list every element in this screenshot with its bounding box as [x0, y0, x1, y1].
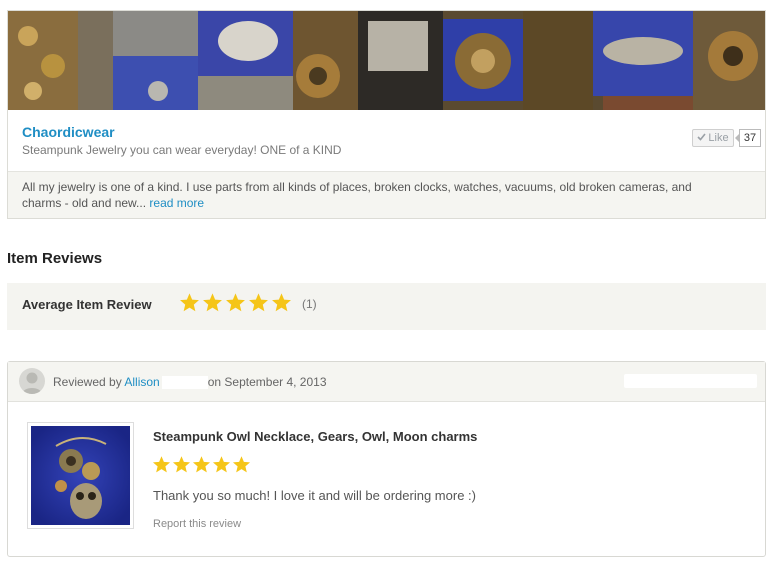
star-icon	[226, 293, 245, 312]
shop-about-text: All my jewelry is one of a kind. I use p…	[22, 180, 692, 210]
like-label: Like	[708, 132, 729, 144]
reviews-heading: Item Reviews	[7, 250, 103, 267]
star-icon	[232, 456, 251, 473]
review-rating-stars	[152, 455, 251, 474]
average-review-panel: Average Item Review (1)	[7, 283, 766, 330]
read-more-link[interactable]: read more	[149, 196, 204, 210]
shop-header: Chaordicwear Steampunk Jewelry you can w…	[7, 10, 766, 219]
star-icon	[203, 293, 222, 312]
average-review-label: Average Item Review	[22, 297, 152, 312]
star-icon	[212, 456, 231, 473]
star-icon	[272, 293, 291, 312]
average-rating-stars	[179, 292, 292, 313]
shop-banner-image	[8, 11, 765, 110]
reviewer-name-link[interactable]: Allison	[124, 375, 159, 389]
redacted-block	[624, 374, 757, 388]
shop-about: All my jewelry is one of a kind. I use p…	[22, 179, 702, 211]
like-count: 37	[735, 129, 761, 147]
star-icon	[249, 293, 268, 312]
star-icon	[152, 456, 171, 473]
item-thumbnail[interactable]	[27, 422, 134, 529]
star-icon	[192, 456, 211, 473]
reviewed-by-prefix: Reviewed by	[53, 375, 122, 389]
review-count: (1)	[302, 297, 317, 311]
shop-name-link[interactable]: Chaordicwear	[22, 124, 115, 140]
item-photo	[31, 426, 130, 525]
banner-collage	[8, 11, 765, 110]
like-widget: Like 37	[692, 129, 765, 149]
reviewed-item-title[interactable]: Steampunk Owl Necklace, Gears, Owl, Moon…	[153, 429, 477, 444]
review-header: Reviewed by Allison on September 4, 2013	[8, 362, 765, 402]
star-icon	[172, 456, 191, 473]
check-icon	[697, 132, 707, 144]
review-text: Thank you so much! I love it and will be…	[153, 488, 476, 503]
report-review-link[interactable]: Report this review	[153, 518, 241, 530]
review-date: on September 4, 2013	[207, 375, 327, 389]
user-silhouette-icon[interactable]	[19, 368, 45, 394]
shop-tagline: Steampunk Jewelry you can wear everyday!…	[22, 143, 342, 157]
review-card: Reviewed by Allison on September 4, 2013 …	[7, 361, 766, 557]
star-icon	[180, 293, 199, 312]
redacted-block	[161, 376, 208, 390]
reviewed-by-line: Reviewed by Allison on September 4, 2013	[53, 375, 327, 390]
like-button[interactable]: Like	[692, 129, 734, 147]
